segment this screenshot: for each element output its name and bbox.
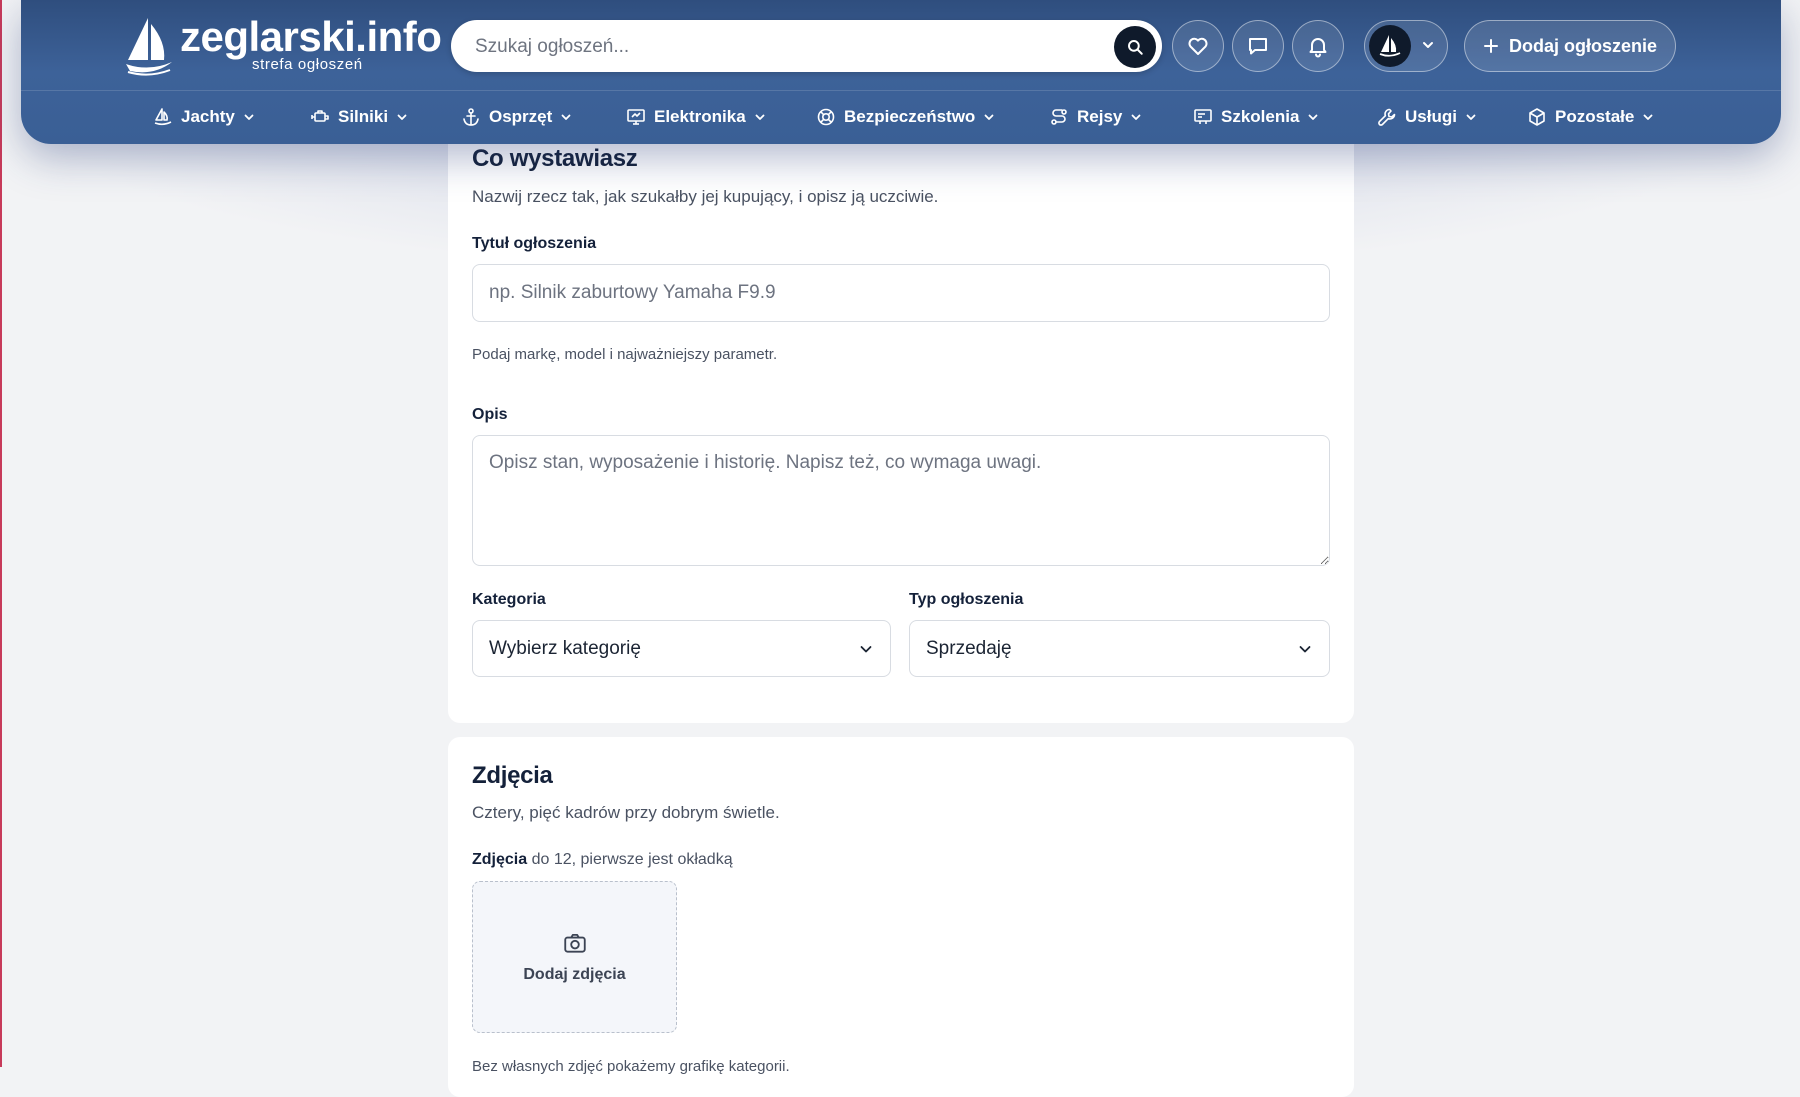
sailboat-icon bbox=[1379, 35, 1401, 57]
header-divider bbox=[21, 90, 1781, 91]
favorites-button[interactable] bbox=[1172, 20, 1224, 72]
nav-item-rejsy[interactable]: Rejsy bbox=[1049, 92, 1142, 142]
listing-type-select-value: Sprzedaję bbox=[926, 637, 1012, 659]
plus-icon bbox=[1483, 39, 1498, 53]
chevron-down-icon bbox=[561, 114, 571, 120]
chevron-down-icon bbox=[397, 114, 407, 120]
chevron-down-icon bbox=[1299, 645, 1311, 652]
chevron-down-icon bbox=[860, 645, 872, 652]
wrench-icon bbox=[1378, 108, 1396, 126]
chevron-down-icon bbox=[1309, 114, 1318, 120]
nav-item-pozostale[interactable]: Pozostałe bbox=[1527, 92, 1654, 142]
lifebuoy-icon bbox=[817, 108, 835, 126]
messages-button[interactable] bbox=[1232, 20, 1284, 72]
add-listing-label: Dodaj ogłoszenie bbox=[1508, 35, 1658, 56]
section-title-photos: Zdjęcia bbox=[472, 762, 553, 789]
search-button[interactable] bbox=[1114, 26, 1156, 68]
type-field-label: Typ ogłoszenia bbox=[909, 591, 1024, 608]
listing-type-select[interactable]: Sprzedaję bbox=[909, 620, 1330, 677]
heart-icon bbox=[1188, 37, 1208, 55]
category-field-label: Kategoria bbox=[472, 591, 546, 608]
site-logo[interactable]: zeglarski.info strefa ogłoszeń bbox=[124, 14, 444, 78]
anchor-icon bbox=[463, 108, 479, 126]
category-nav: Jachty Silniki Osprzęt Elektronika Bezpi… bbox=[21, 92, 1781, 142]
chevron-down-icon bbox=[984, 114, 994, 120]
add-photos-label: Dodaj zdjęcia bbox=[523, 966, 626, 983]
photos-field-label: Zdjęcia do 12, pierwsze jest okładką bbox=[472, 851, 733, 868]
chevron-down-icon bbox=[1131, 114, 1141, 120]
site-header: zeglarski.info strefa ogłoszeń Szukaj og… bbox=[21, 0, 1781, 144]
notifications-button[interactable] bbox=[1292, 20, 1344, 72]
add-photos-dropzone[interactable]: Dodaj zdjęcia bbox=[472, 881, 677, 1033]
nav-item-osprzet[interactable]: Osprzęt bbox=[461, 92, 572, 142]
search-bar bbox=[451, 20, 1162, 74]
chevron-down-icon bbox=[755, 114, 765, 120]
title-field-label: Tytuł ogłoszenia bbox=[472, 235, 597, 252]
nav-item-bezpieczenstwo[interactable]: Bezpieczeństwo bbox=[816, 92, 995, 142]
chat-icon bbox=[1249, 38, 1267, 55]
search-input[interactable] bbox=[473, 20, 1077, 74]
box-icon bbox=[1529, 108, 1545, 126]
nav-item-szkolenia[interactable]: Szkolenia bbox=[1193, 92, 1319, 142]
account-menu-button[interactable] bbox=[1364, 20, 1448, 72]
chevron-down-icon bbox=[244, 114, 254, 120]
search-icon bbox=[1128, 40, 1143, 55]
engine-icon bbox=[311, 110, 329, 122]
brand-name: zeglarski.info bbox=[180, 13, 442, 60]
photos-card: Zdjęcia Cztery, pięć kadrów przy dobrym … bbox=[448, 737, 1354, 1097]
item-details-card: Co wystawiasz Nazwij rzecz tak, jak szuk… bbox=[448, 100, 1354, 723]
section-lead-item: Nazwij rzecz tak, jak szukałby jej kupuj… bbox=[472, 187, 939, 206]
title-field-hint: Podaj markę, model i najważniejszy param… bbox=[472, 346, 778, 363]
route-icon bbox=[1051, 109, 1067, 125]
nav-item-uslugi[interactable]: Usługi bbox=[1377, 92, 1477, 142]
window-edge bbox=[0, 0, 2, 1067]
presentation-icon bbox=[1194, 109, 1212, 124]
sailboat-logo-icon bbox=[126, 18, 172, 76]
monitor-icon bbox=[627, 109, 645, 125]
chevron-down-icon bbox=[1643, 114, 1653, 120]
nav-item-silniki[interactable]: Silniki bbox=[310, 92, 408, 142]
nav-item-jachty[interactable]: Jachty bbox=[153, 92, 255, 142]
category-select[interactable]: Wybierz kategorię bbox=[472, 620, 891, 677]
bell-icon bbox=[1309, 38, 1327, 58]
section-title-item: Co wystawiasz bbox=[472, 145, 638, 172]
brand-tagline: strefa ogłoszeń bbox=[252, 56, 363, 73]
chevron-down-icon bbox=[1466, 114, 1476, 120]
chevron-down-icon bbox=[1423, 42, 1433, 48]
sailboat-icon bbox=[154, 108, 172, 126]
listing-title-input[interactable] bbox=[472, 264, 1330, 322]
camera-icon bbox=[563, 933, 586, 953]
add-listing-button[interactable]: Dodaj ogłoszenie bbox=[1464, 20, 1676, 72]
nav-item-elektronika[interactable]: Elektronika bbox=[626, 92, 766, 142]
section-lead-photos: Cztery, pięć kadrów przy dobrym świetle. bbox=[472, 803, 780, 822]
description-field-label: Opis bbox=[472, 406, 508, 423]
avatar bbox=[1369, 25, 1411, 67]
category-select-value: Wybierz kategorię bbox=[489, 637, 641, 659]
description-textarea[interactable] bbox=[472, 435, 1330, 566]
